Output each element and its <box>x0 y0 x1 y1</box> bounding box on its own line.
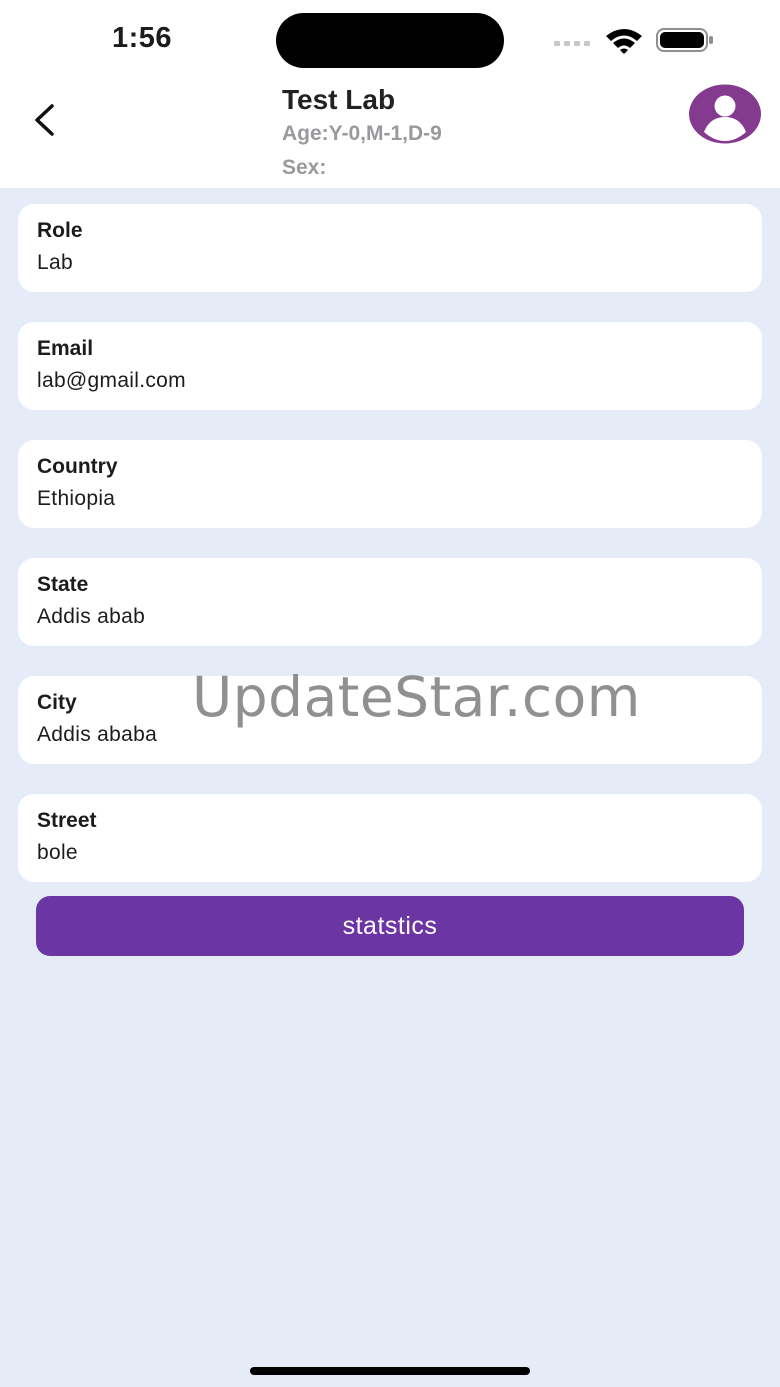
profile-screen: 1:56 Test Lab Age:Y-0,M-1,D-9 Sex: Role … <box>0 0 780 1387</box>
card-label: Email <box>37 337 94 360</box>
statistics-button[interactable]: statstics <box>36 896 744 956</box>
card-value: bole <box>37 841 78 864</box>
email-card: Email lab@gmail.com <box>18 322 762 410</box>
profile-header: Test Lab Age:Y-0,M-1,D-9 Sex: <box>0 80 780 188</box>
profile-age: Age:Y-0,M-1,D-9 <box>282 122 442 145</box>
profile-sex: Sex: <box>282 156 327 179</box>
wifi-icon <box>604 27 644 55</box>
card-value: Lab <box>37 251 73 274</box>
cellular-signal-icon <box>554 38 594 48</box>
card-label: City <box>37 691 77 714</box>
battery-icon <box>656 28 714 52</box>
back-button[interactable] <box>24 100 64 144</box>
status-bar: 1:56 <box>0 0 780 80</box>
card-value: Ethiopia <box>37 487 116 510</box>
user-avatar-icon[interactable] <box>688 84 762 144</box>
card-label: Role <box>37 219 83 242</box>
profile-info-list: Role Lab Email lab@gmail.com Country Eth… <box>18 204 762 912</box>
card-label: State <box>37 573 89 596</box>
city-card: City Addis ababa <box>18 676 762 764</box>
card-label: Country <box>37 455 118 478</box>
state-card: State Addis abab <box>18 558 762 646</box>
street-card: Street bole <box>18 794 762 882</box>
card-label: Street <box>37 809 97 832</box>
card-value: Addis abab <box>37 605 146 628</box>
role-card: Role Lab <box>18 204 762 292</box>
country-card: Country Ethiopia <box>18 440 762 528</box>
dynamic-island <box>276 13 504 68</box>
status-time: 1:56 <box>112 22 173 54</box>
profile-name: Test Lab <box>282 84 396 115</box>
card-value: Addis ababa <box>37 723 158 746</box>
home-indicator[interactable] <box>250 1367 530 1375</box>
chevron-left-icon <box>32 103 56 142</box>
card-value: lab@gmail.com <box>37 369 186 392</box>
